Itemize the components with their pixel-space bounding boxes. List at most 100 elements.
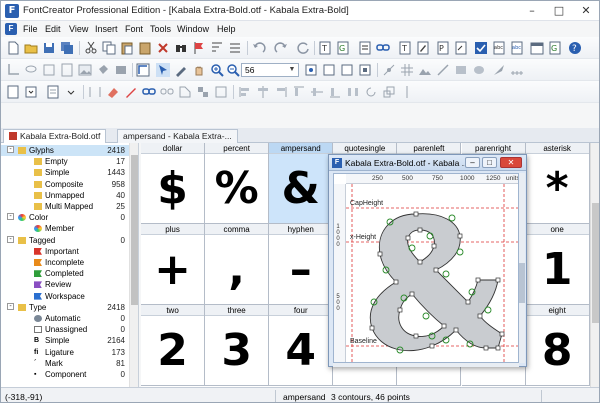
paint-bucket-icon[interactable] bbox=[95, 62, 111, 78]
mapping-dropdown-icon[interactable] bbox=[63, 84, 79, 100]
grid-scrollbar[interactable] bbox=[590, 143, 599, 387]
collapse-toggle-icon[interactable]: - bbox=[7, 146, 14, 153]
tree-item[interactable]: ´ Mark 81 bbox=[1, 358, 129, 369]
tree-item[interactable]: - Type 2418 bbox=[1, 302, 129, 313]
align-top-icon[interactable] bbox=[291, 84, 307, 100]
tree-item[interactable]: ▪ Component 0 bbox=[1, 369, 129, 380]
sidebar-scrollbar[interactable] bbox=[129, 143, 138, 387]
flip-icon[interactable] bbox=[87, 84, 103, 100]
line-tool-icon[interactable] bbox=[435, 62, 451, 78]
copy-icon[interactable] bbox=[101, 40, 117, 56]
chevron-down-icon[interactable]: ▼ bbox=[287, 64, 297, 76]
align-right-icon[interactable] bbox=[273, 84, 289, 100]
maximize-button[interactable]: □ bbox=[546, 1, 572, 20]
glyph-cell[interactable]: one 1 bbox=[525, 224, 590, 305]
tree-item[interactable]: Automatic 0 bbox=[1, 313, 129, 324]
paste-special-icon[interactable] bbox=[137, 40, 153, 56]
undo-icon[interactable] bbox=[251, 40, 267, 56]
knife-tool-icon[interactable] bbox=[491, 62, 507, 78]
glyph-window-scroll-thumb[interactable] bbox=[519, 263, 525, 303]
preview-icon[interactable]: abc bbox=[509, 40, 525, 56]
zoom-glyph-icon[interactable] bbox=[357, 62, 373, 78]
measure-tool-icon[interactable] bbox=[509, 62, 525, 78]
glyph-type-dropdown-icon[interactable] bbox=[23, 84, 39, 100]
glyph-cell[interactable]: ampersand & bbox=[269, 143, 334, 224]
glyph-window-horizontal-scrollbar[interactable] bbox=[333, 363, 519, 367]
close-button[interactable]: ✕ bbox=[573, 1, 599, 20]
export-icon[interactable] bbox=[59, 62, 75, 78]
glyph-cell[interactable]: asterisk * bbox=[525, 143, 590, 224]
tab-font-file[interactable]: Kabala Extra-Bold.otf bbox=[3, 129, 107, 143]
minimize-button[interactable]: – bbox=[519, 1, 545, 20]
tree-item[interactable]: Unassigned 0 bbox=[1, 324, 129, 335]
zoom-in-icon[interactable] bbox=[209, 62, 225, 78]
tree-item[interactable]: B Simple 2164 bbox=[1, 335, 129, 346]
menu-view[interactable]: View bbox=[69, 24, 88, 34]
zoom-selection-icon[interactable] bbox=[339, 62, 355, 78]
lasso-icon[interactable] bbox=[23, 62, 39, 78]
align-left-icon[interactable] bbox=[237, 84, 253, 100]
flag-icon[interactable] bbox=[191, 40, 207, 56]
options-icon[interactable] bbox=[453, 40, 469, 56]
tree-item[interactable]: Multi Mapped 25 bbox=[1, 201, 129, 212]
tree-item[interactable]: Review bbox=[1, 279, 129, 290]
insert-text-icon[interactable]: T bbox=[317, 40, 333, 56]
grid-scroll-thumb[interactable] bbox=[592, 203, 599, 323]
add-point-icon[interactable] bbox=[381, 62, 397, 78]
glyph-edit-canvas[interactable]: 250 500 750 1000 1250 units 1000 500 Cap… bbox=[333, 173, 519, 363]
ellipse-tool-icon[interactable] bbox=[471, 62, 487, 78]
new-file-icon[interactable] bbox=[5, 40, 21, 56]
hinting-icon[interactable] bbox=[177, 84, 193, 100]
eraser-icon[interactable] bbox=[113, 62, 129, 78]
glyph-cell[interactable]: hyphen – bbox=[269, 224, 334, 305]
zoom-combo[interactable]: 56 ▼ bbox=[241, 63, 299, 77]
glyph-cell[interactable]: eight 8 bbox=[525, 305, 590, 386]
align-center-icon[interactable] bbox=[255, 84, 271, 100]
glyph-edit-window[interactable]: F Kabala Extra-Bold.otf - Kabala ... – □… bbox=[328, 154, 527, 367]
tree-item[interactable]: Incomplete bbox=[1, 257, 129, 268]
transform-icon[interactable] bbox=[41, 62, 57, 78]
distribute-icon[interactable] bbox=[345, 84, 361, 100]
collapse-toggle-icon[interactable]: - bbox=[7, 213, 14, 221]
clear-icon[interactable] bbox=[105, 84, 121, 100]
zoom-window-icon[interactable] bbox=[321, 62, 337, 78]
tree-item[interactable]: Member bbox=[1, 223, 129, 234]
test-font-icon[interactable]: abc bbox=[491, 40, 507, 56]
font-sort-icon[interactable] bbox=[209, 40, 225, 56]
tree-item[interactable]: Completed bbox=[1, 268, 129, 279]
help-icon[interactable]: ? bbox=[567, 40, 583, 56]
redo-icon[interactable] bbox=[273, 40, 289, 56]
chain-link-icon[interactable] bbox=[141, 84, 157, 100]
pointer-tool-icon[interactable] bbox=[155, 62, 171, 78]
glyph-type-icon[interactable] bbox=[5, 84, 21, 100]
tree-item[interactable]: Unmapped 40 bbox=[1, 190, 129, 201]
contour-direction-icon[interactable] bbox=[135, 62, 151, 78]
align-middle-icon[interactable] bbox=[309, 84, 325, 100]
component-icon[interactable] bbox=[195, 84, 211, 100]
tree-item[interactable]: - Tagged 0 bbox=[1, 235, 129, 246]
tree-item[interactable]: fi Ligature 173 bbox=[1, 347, 129, 358]
open-folder-icon[interactable] bbox=[23, 40, 39, 56]
glyph-cell[interactable]: three 3 bbox=[205, 305, 270, 386]
menu-window[interactable]: Window bbox=[177, 24, 209, 34]
save-all-icon[interactable] bbox=[59, 40, 75, 56]
crop-icon[interactable] bbox=[5, 62, 21, 78]
menu-tools[interactable]: Tools bbox=[150, 24, 171, 34]
glyph-window-title-bar[interactable]: F Kabala Extra-Bold.otf - Kabala ... – □… bbox=[329, 155, 526, 171]
menu-edit[interactable]: Edit bbox=[45, 24, 61, 34]
tree-item[interactable]: - Glyphs 2418 bbox=[1, 145, 129, 156]
align-bottom-icon[interactable] bbox=[327, 84, 343, 100]
decompose-icon[interactable] bbox=[213, 84, 229, 100]
glyph-info-icon[interactable]: G bbox=[547, 40, 563, 56]
glyph-cell[interactable]: four 4 bbox=[269, 305, 334, 386]
menu-font[interactable]: Font bbox=[125, 24, 143, 34]
menu-insert[interactable]: Insert bbox=[95, 24, 118, 34]
link-icon[interactable] bbox=[375, 40, 391, 56]
glyph-sort-icon[interactable] bbox=[357, 40, 373, 56]
refresh-icon[interactable] bbox=[295, 40, 311, 56]
font-list-icon[interactable] bbox=[227, 40, 243, 56]
glyph-cell[interactable]: dollar $ bbox=[141, 143, 206, 224]
app-logo-icon[interactable]: F bbox=[5, 4, 19, 18]
tree-item[interactable]: Workspace bbox=[1, 291, 129, 302]
menu-help[interactable]: Help bbox=[217, 24, 236, 34]
